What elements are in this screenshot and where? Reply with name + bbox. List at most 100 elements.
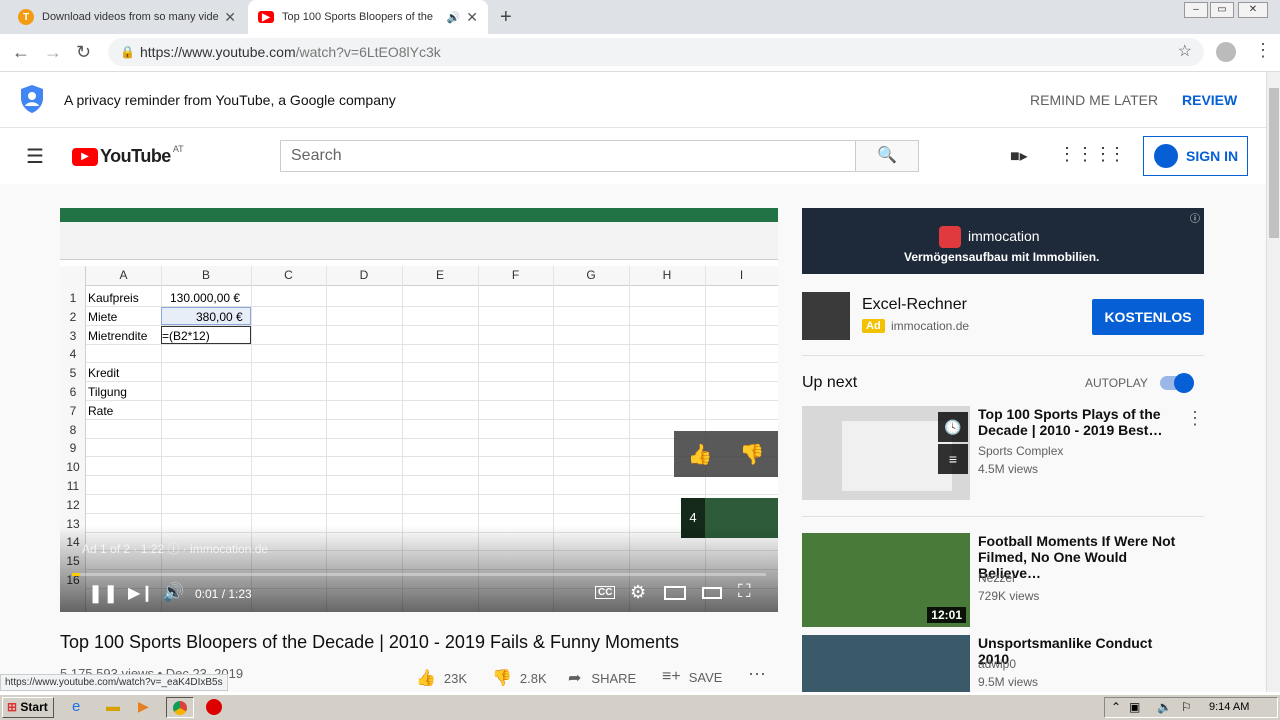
network-icon[interactable]: ▣ (1129, 700, 1140, 714)
flag-icon[interactable]: ⚐ (1181, 700, 1192, 714)
ad-info-text: Ad 1 of 2 · 1:22 ⓘ · immocation.de (82, 542, 269, 556)
row-number: 10 (66, 460, 80, 475)
cell-b3: =(B2*12) (162, 329, 210, 343)
speaker-icon[interactable]: 🔈 (1157, 700, 1172, 714)
fullscreen-icon[interactable]: ⛶ (738, 581, 751, 602)
share-button[interactable]: ➦ SHARE (568, 668, 636, 688)
search-icon: 🔍 (877, 147, 897, 164)
system-tray: ⌃ ▣ 🔈 ⚐ 9:14 AM (1104, 697, 1278, 718)
privacy-reminder-banner: A privacy reminder from YouTube, a Googl… (0, 72, 1266, 128)
upnext-thumbnail-2[interactable]: 12:01 (802, 533, 970, 627)
thumbs-up-icon[interactable]: 👍 (688, 442, 713, 467)
scrollbar-thumb[interactable] (1269, 88, 1279, 238)
windows-logo-icon: ⊞ (7, 700, 18, 714)
antivirus-icon[interactable] (206, 699, 222, 715)
column-header: C (284, 268, 293, 282)
ad-cta-button[interactable]: KOSTENLOS (1092, 299, 1204, 335)
clock: 9:14 AM (1209, 701, 1250, 713)
ad-domain: immocation.de (891, 319, 970, 333)
new-tab-button[interactable]: + (500, 6, 512, 29)
grid-line (86, 362, 778, 364)
close-tab-icon[interactable]: ✕ (224, 9, 236, 26)
url-input[interactable]: 🔒 https://www.youtube.com/watch?v=6LtEO8… (108, 38, 1204, 66)
upnext-title-1[interactable]: Top 100 Sports Plays of the Decade | 201… (978, 406, 1168, 438)
ad-rating-overlay: 👍 👎 (674, 431, 778, 477)
cell-b1: 130.000,00 € (170, 291, 241, 305)
tray-arrow-icon[interactable]: ⌃ (1111, 700, 1121, 714)
youtube-logo[interactable]: ▶ YouTube AT (72, 144, 184, 167)
more-options-icon[interactable]: ⋮ (1186, 408, 1204, 429)
up-next-label: Up next (802, 374, 858, 391)
share-label: SHARE (591, 670, 637, 686)
bookmark-star-icon[interactable]: ☆ (1178, 38, 1192, 66)
dislike-count: 2.8K (519, 670, 547, 686)
next-icon[interactable]: ▶❙ (128, 583, 154, 603)
time-display: 0:01 / 1:23 (195, 587, 252, 601)
logo-text: YouTube (100, 146, 171, 166)
volume-icon[interactable]: 🔊 (162, 582, 184, 603)
dislike-button[interactable]: 👎 2.8K (492, 668, 547, 688)
thumbs-down-icon[interactable]: 👎 (740, 442, 765, 467)
forward-icon[interactable]: → (44, 42, 62, 63)
column-header: H (662, 268, 672, 282)
page-scrollbar[interactable] (1266, 72, 1280, 692)
cell-b2: 380,00 € (196, 310, 243, 324)
settings-gear-icon[interactable]: ⚙ (630, 582, 646, 603)
watch-later-icon[interactable]: 🕓 (938, 412, 968, 442)
miniplayer-icon[interactable] (664, 586, 686, 600)
account-icon (1154, 144, 1178, 168)
row-number: 1 (69, 291, 77, 305)
video-title: Top 100 Sports Bloopers of the Decade | … (60, 632, 680, 652)
media-player-icon[interactable]: ▶ (138, 698, 149, 715)
save-button[interactable]: ≡+ SAVE (662, 668, 722, 686)
minimize-button[interactable]: – (1184, 2, 1208, 18)
back-icon[interactable]: ← (12, 42, 30, 63)
review-button[interactable]: REVIEW (1182, 92, 1237, 108)
tab-download-videos[interactable]: T Download videos from so many video ✕ (8, 0, 246, 34)
start-button[interactable]: ⊞ Start (2, 697, 54, 718)
more-actions-icon[interactable]: ⋯ (748, 664, 766, 685)
apps-grid-icon[interactable]: ⋮⋮⋮ (1058, 144, 1112, 165)
tab-youtube[interactable]: ▶ Top 100 Sports Bloopers of the 🔊 ✕ (248, 0, 488, 34)
ad-banner[interactable]: immocation Vermögensaufbau mit Immobilie… (802, 208, 1204, 274)
upnext-thumbnail-3[interactable] (802, 635, 970, 692)
profile-avatar-icon[interactable] (1216, 42, 1236, 62)
grid-line (86, 494, 778, 495)
folder-icon[interactable]: ▬ (106, 698, 120, 714)
search-input[interactable]: Search (280, 140, 856, 172)
cell-a3: Mietrendite (88, 329, 148, 343)
share-arrow-icon: ➦ (568, 670, 582, 687)
grid-line (86, 418, 778, 420)
autoplay-toggle[interactable] (1160, 373, 1194, 393)
pause-icon[interactable]: ❚❚ (88, 583, 118, 604)
remind-me-later-button[interactable]: REMIND ME LATER (1030, 92, 1158, 108)
progress-track[interactable] (72, 573, 766, 576)
youtube-favicon-icon: ▶ (258, 11, 274, 23)
close-window-button[interactable]: ✕ (1238, 2, 1268, 18)
advertiser-thumbnail (802, 292, 850, 340)
audio-playing-icon[interactable]: 🔊 (447, 11, 461, 24)
reload-icon[interactable]: ↻ (76, 42, 91, 63)
browser-menu-icon[interactable]: ⋮ (1254, 40, 1272, 61)
create-video-icon[interactable]: ■▸ (1010, 146, 1028, 166)
hamburger-menu-icon[interactable]: ☰ (26, 144, 44, 169)
ad-badge: Ad (862, 319, 885, 333)
close-tab-icon[interactable]: ✕ (466, 9, 478, 26)
chrome-taskbar-button[interactable] (166, 697, 194, 718)
ad-title: Excel-Rechner (862, 296, 967, 313)
captions-icon[interactable]: CC (595, 586, 616, 599)
add-to-queue-icon[interactable]: ≡ (938, 444, 968, 474)
sign-in-button[interactable]: SIGN IN (1143, 136, 1248, 176)
maximize-button[interactable]: ▭ (1210, 2, 1234, 18)
ie-icon[interactable]: e (72, 698, 80, 715)
cell-a1: Kaufpreis (88, 291, 139, 305)
duration-badge: 12:01 (927, 607, 966, 623)
ad-info-icon[interactable]: ⓘ (1190, 210, 1200, 225)
settings-dots-icon[interactable]: ⋮ (1108, 144, 1126, 165)
video-player[interactable]: ABCDEFGHI 12345678910111213141516 Kaufpr… (60, 208, 778, 612)
theater-mode-icon[interactable] (702, 587, 722, 599)
upnext-thumbnail-1[interactable]: 🕓 ≡ (802, 406, 970, 500)
search-button[interactable]: 🔍 (855, 140, 919, 172)
like-button[interactable]: 👍 23K (416, 668, 467, 688)
row-number: 8 (69, 422, 77, 437)
